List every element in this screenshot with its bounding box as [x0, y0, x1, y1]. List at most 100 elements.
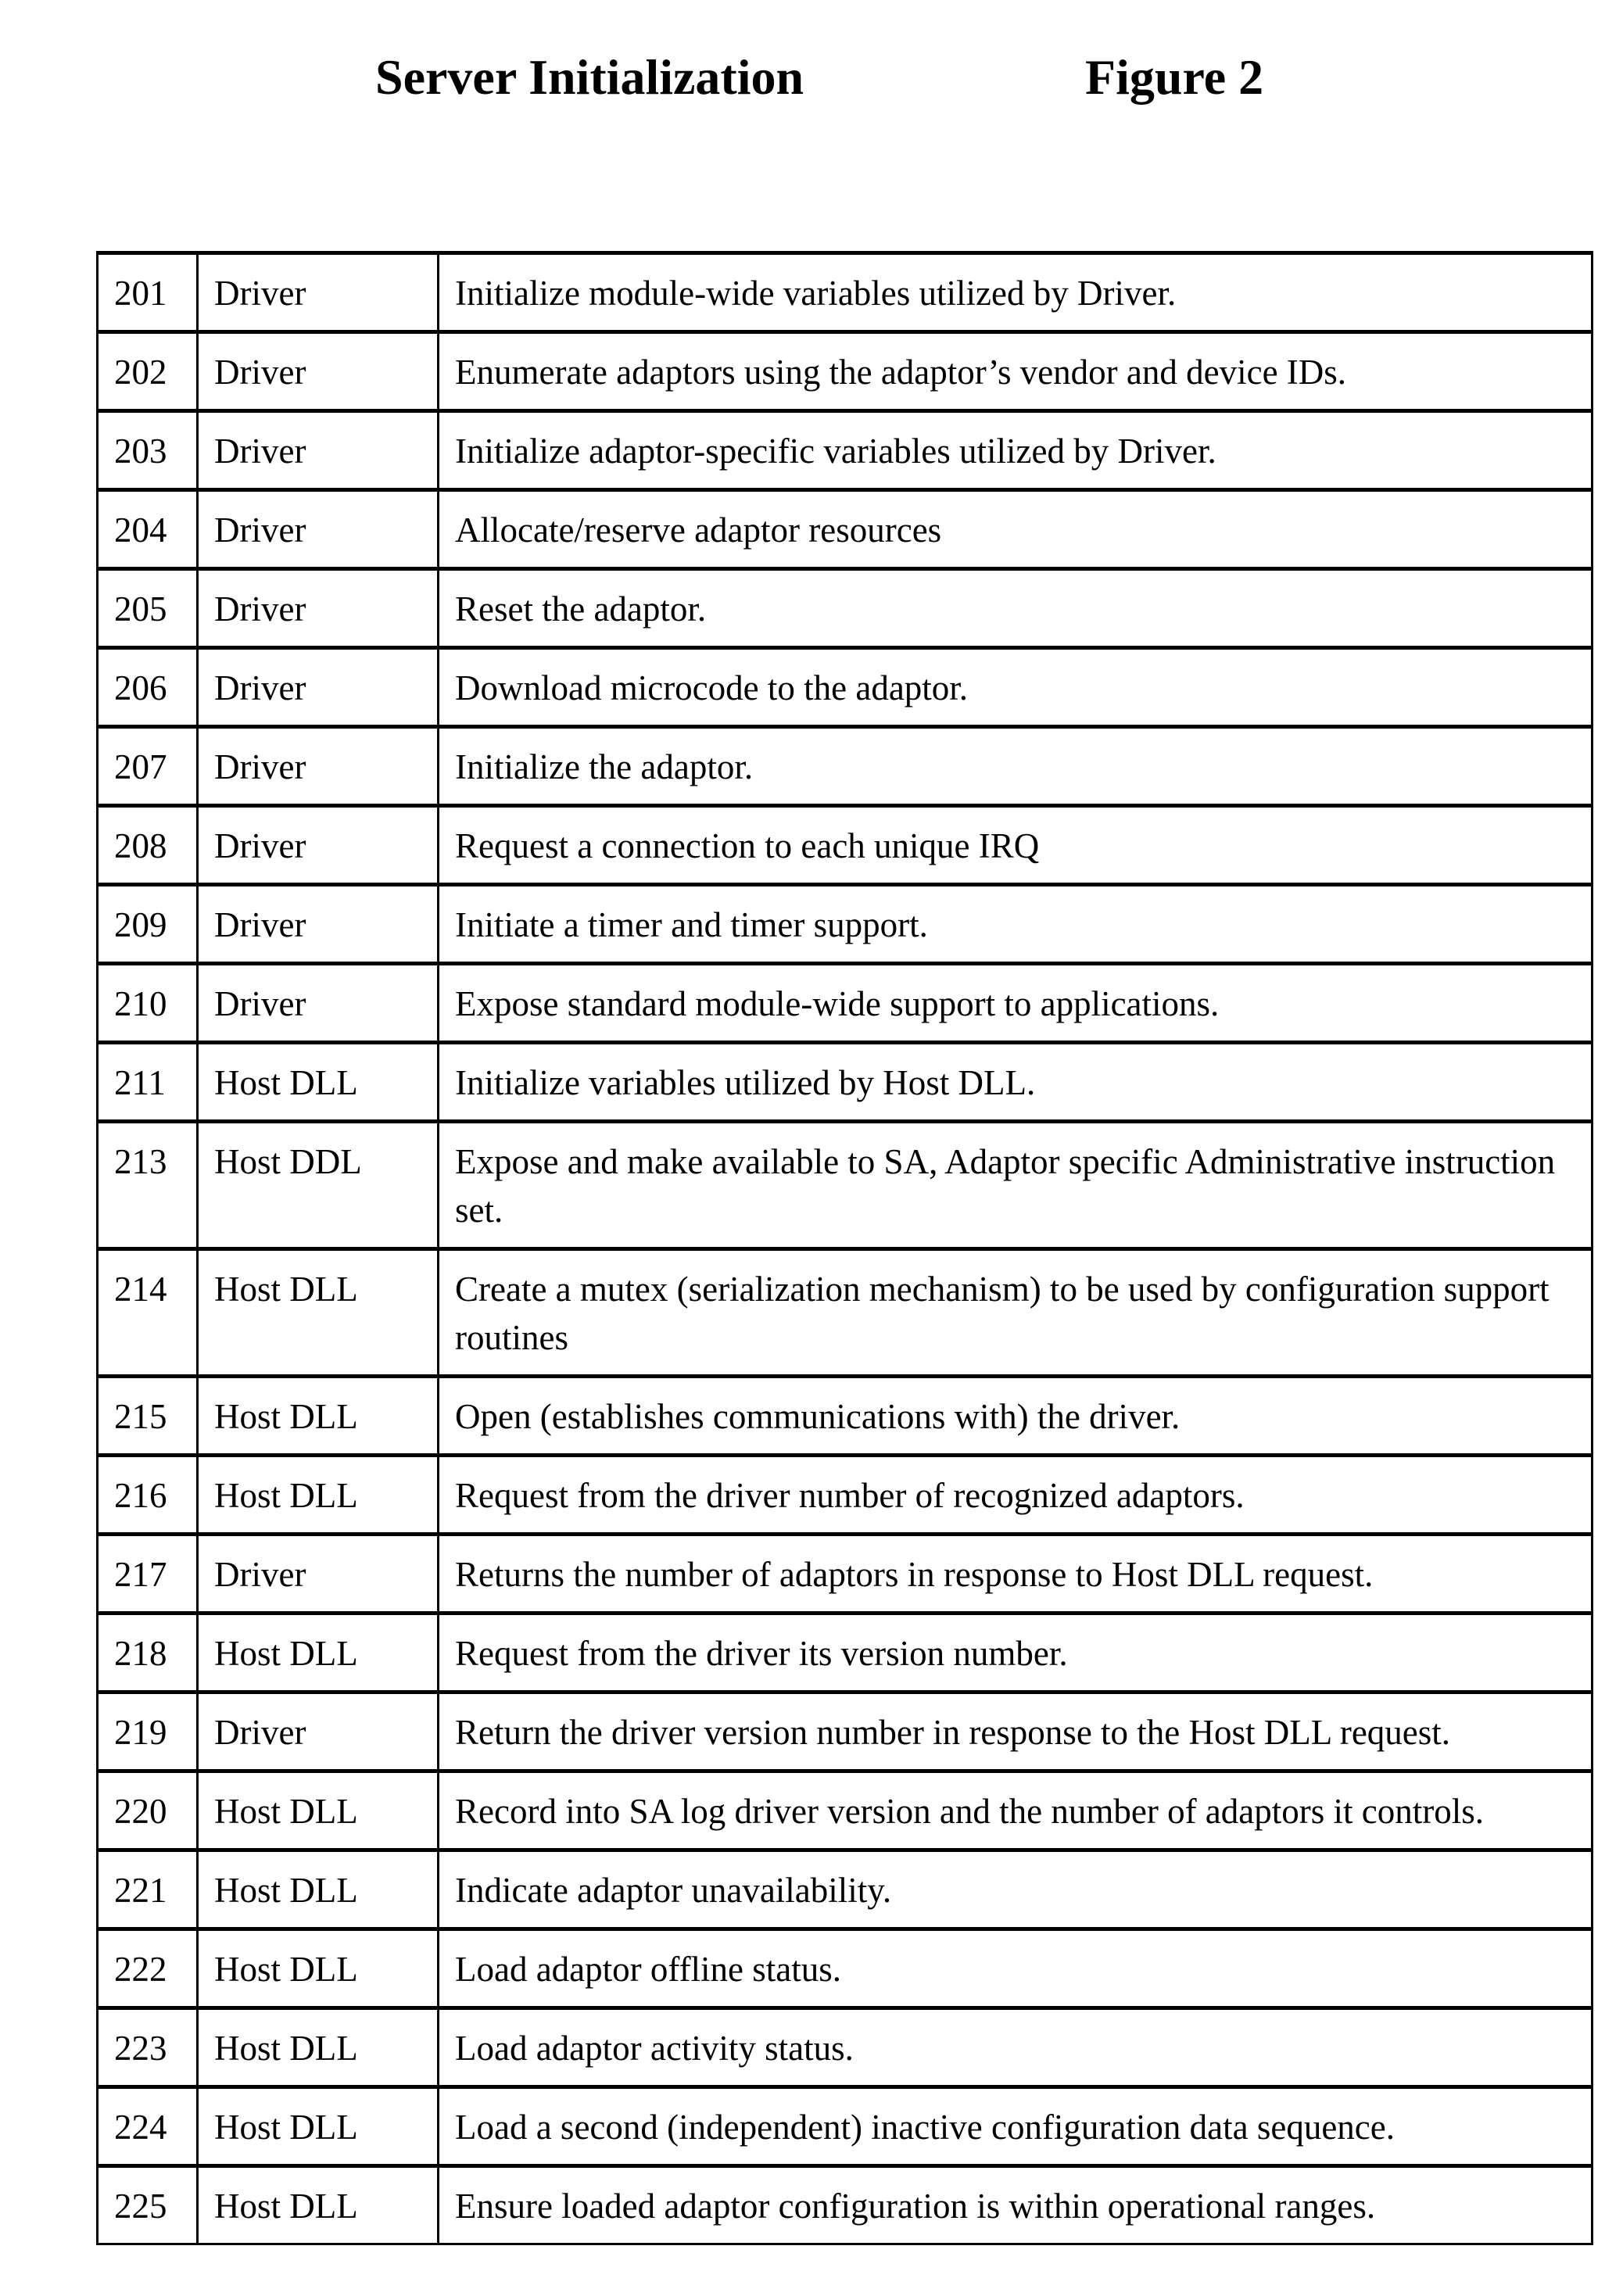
initialization-steps-table: 201 Driver Initialize module-wide variable… [96, 251, 1593, 2245]
description-cell: Allocate/reserve adaptor resources [437, 489, 1593, 570]
description-cell: Request from the driver its version numb… [437, 1612, 1593, 1693]
actor-cell: Driver [196, 252, 439, 333]
table-row: 224 Host DLL Load a second (independent) i… [96, 2086, 1593, 2167]
actor-cell: Host DDL [196, 1120, 439, 1250]
description-cell: Ensure loaded adaptor configuration is w… [437, 2165, 1593, 2245]
table-row: 205 Driver Reset the adaptor. [96, 568, 1593, 649]
description-cell: Indicate adaptor unavailability. [437, 1849, 1593, 1930]
description-cell: Load a second (independent) inactive con… [437, 2086, 1593, 2167]
step-number-cell: 225 [96, 2165, 199, 2245]
step-number-cell: 213 [96, 1120, 199, 1250]
description-cell: Create a mutex (serialization mechanism)… [437, 1248, 1593, 1377]
step-number-cell: 224 [96, 2086, 199, 2167]
table-row: 214 Host DLL Create a mutex (serialization… [96, 1248, 1593, 1377]
actor-cell: Driver [196, 883, 439, 965]
description-cell: Request a connection to each unique IRQ [437, 804, 1593, 886]
step-number-cell: 216 [96, 1454, 199, 1535]
step-number-cell: 203 [96, 410, 199, 491]
description-cell: Enumerate adaptors using the adaptor’s v… [437, 331, 1593, 412]
step-number-cell: 218 [96, 1612, 199, 1693]
actor-cell: Host DLL [196, 2165, 439, 2245]
step-number-cell: 206 [96, 647, 199, 728]
description-cell: Record into SA log driver version and th… [437, 1770, 1593, 1851]
table-row: 221 Host DLL Indicate adaptor unavailabili… [96, 1849, 1593, 1930]
table-row: 211 Host DLL Initialize variables utilized… [96, 1041, 1593, 1123]
actor-cell: Driver [196, 1533, 439, 1614]
actor-cell: Host DLL [196, 1041, 439, 1123]
step-number-cell: 222 [96, 1928, 199, 2009]
table-row: 225 Host DLL Ensure loaded adaptor configu… [96, 2165, 1593, 2245]
step-number-cell: 220 [96, 1770, 199, 1851]
table-row: 216 Host DLL Request from the driver numbe… [96, 1454, 1593, 1535]
table-row: 223 Host DLL Load adaptor activity status. [96, 2007, 1593, 2088]
description-cell: Initialize the adaptor. [437, 725, 1593, 807]
description-cell: Initiate a timer and timer support. [437, 883, 1593, 965]
table-row: 206 Driver Download microcode to the adapt… [96, 647, 1593, 728]
description-cell: Initialize adaptor-specific variables ut… [437, 410, 1593, 491]
description-cell: Expose and make available to SA, Adaptor… [437, 1120, 1593, 1250]
table-row: 208 Driver Request a connection to each un… [96, 804, 1593, 886]
actor-cell: Host DLL [196, 1770, 439, 1851]
table-row: 201 Driver Initialize module-wide variable… [96, 252, 1593, 333]
actor-cell: Driver [196, 647, 439, 728]
table-row: 209 Driver Initiate a timer and timer supp… [96, 883, 1593, 965]
actor-cell: Host DLL [196, 2086, 439, 2167]
actor-cell: Driver [196, 804, 439, 886]
step-number-cell: 211 [96, 1041, 199, 1123]
step-number-cell: 223 [96, 2007, 199, 2088]
description-cell: Load adaptor offline status. [437, 1928, 1593, 2009]
table-row: 210 Driver Expose standard module-wide sup… [96, 962, 1593, 1044]
table-row: 217 Driver Returns the number of adaptors … [96, 1533, 1593, 1614]
actor-cell: Host DLL [196, 1248, 439, 1377]
description-cell: Returns the number of adaptors in respon… [437, 1533, 1593, 1614]
table-row: 204 Driver Allocate/reserve adaptor resour… [96, 489, 1593, 570]
table-row: 215 Host DLL Open (establishes communicati… [96, 1375, 1593, 1456]
step-number-cell: 215 [96, 1375, 199, 1456]
table-row: 213 Host DDL Expose and make available to … [96, 1120, 1593, 1250]
step-number-cell: 209 [96, 883, 199, 965]
table-row: 222 Host DLL Load adaptor offline status. [96, 1928, 1593, 2009]
step-number-cell: 208 [96, 804, 199, 886]
table-row: 203 Driver Initialize adaptor-specific var… [96, 410, 1593, 491]
page-title: Server Initialization [375, 49, 804, 105]
step-number-cell: 217 [96, 1533, 199, 1614]
step-number-cell: 214 [96, 1248, 199, 1377]
step-number-cell: 207 [96, 725, 199, 807]
table-row: 202 Driver Enumerate adaptors using the ad… [96, 331, 1593, 412]
figure-label: Figure 2 [1085, 49, 1264, 105]
step-number-cell: 219 [96, 1691, 199, 1772]
actor-cell: Host DLL [196, 1454, 439, 1535]
actor-cell: Driver [196, 568, 439, 649]
description-cell: Initialize module-wide variables utilize… [437, 252, 1593, 333]
actor-cell: Host DLL [196, 1928, 439, 2009]
actor-cell: Driver [196, 331, 439, 412]
actor-cell: Host DLL [196, 1849, 439, 1930]
description-cell: Expose standard module-wide support to a… [437, 962, 1593, 1044]
table-body: 201 Driver Initialize module-wide variable… [96, 252, 1593, 2245]
description-cell: Request from the driver number of recogn… [437, 1454, 1593, 1535]
table-row: 219 Driver Return the driver version numbe… [96, 1691, 1593, 1772]
description-cell: Reset the adaptor. [437, 568, 1593, 649]
step-number-cell: 204 [96, 489, 199, 570]
actor-cell: Driver [196, 725, 439, 807]
table-row: 220 Host DLL Record into SA log driver ver… [96, 1770, 1593, 1851]
description-cell: Return the driver version number in resp… [437, 1691, 1593, 1772]
description-cell: Open (establishes communications with) t… [437, 1375, 1593, 1456]
description-cell: Download microcode to the adaptor. [437, 647, 1593, 728]
step-number-cell: 201 [96, 252, 199, 333]
actor-cell: Host DLL [196, 1375, 439, 1456]
step-number-cell: 221 [96, 1849, 199, 1930]
actor-cell: Host DLL [196, 1612, 439, 1693]
actor-cell: Host DLL [196, 2007, 439, 2088]
step-number-cell: 210 [96, 962, 199, 1044]
actor-cell: Driver [196, 489, 439, 570]
step-number-cell: 205 [96, 568, 199, 649]
description-cell: Initialize variables utilized by Host DL… [437, 1041, 1593, 1123]
step-number-cell: 202 [96, 331, 199, 412]
actor-cell: Driver [196, 1691, 439, 1772]
actor-cell: Driver [196, 962, 439, 1044]
table-row: 218 Host DLL Request from the driver its v… [96, 1612, 1593, 1693]
table-row: 207 Driver Initialize the adaptor. [96, 725, 1593, 807]
description-cell: Load adaptor activity status. [437, 2007, 1593, 2088]
actor-cell: Driver [196, 410, 439, 491]
